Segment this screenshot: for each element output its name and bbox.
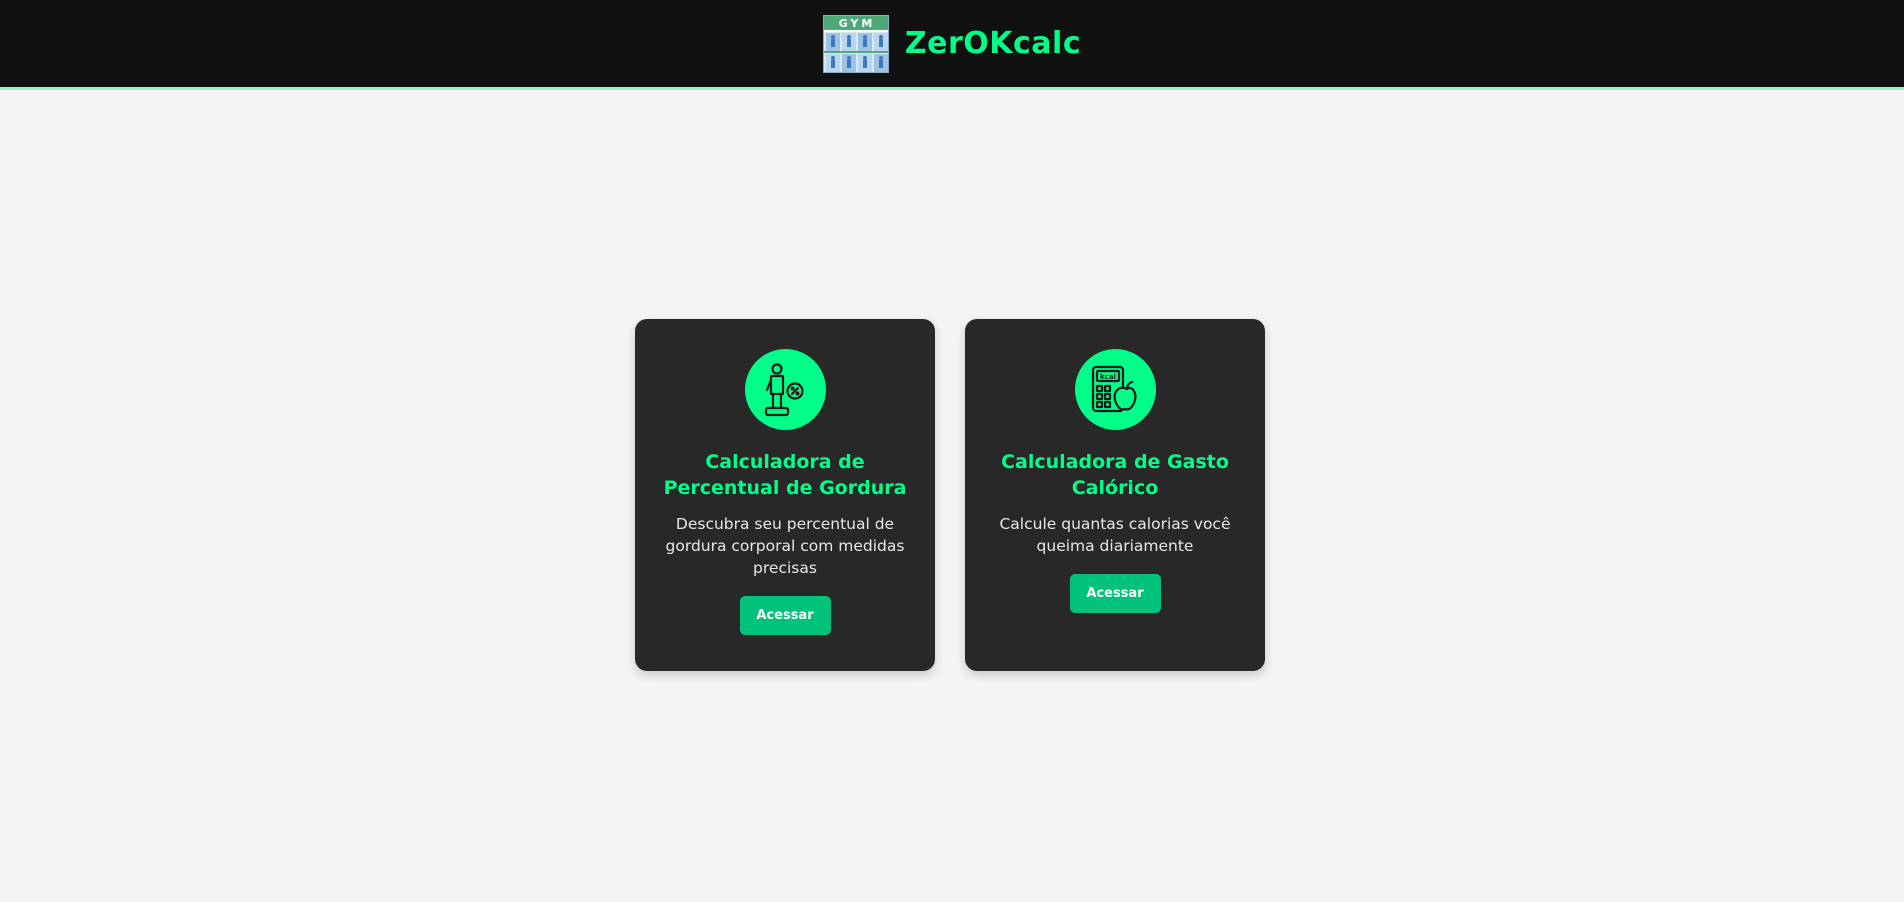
card-title: Calculadora de Gasto Calórico xyxy=(1001,451,1229,499)
card-title: Calculadora de Percentual de Gordura xyxy=(663,451,907,499)
calorie-card: kcal Calculadora de Gasto Calórico Calcu… xyxy=(965,319,1265,671)
body-fat-card: Calculadora de Percentual de Gordura Des… xyxy=(635,319,935,671)
calculator-cards: Calculadora de Percentual de Gordura Des… xyxy=(635,319,1265,671)
card-description: Calcule quantas calorias você queima dia… xyxy=(999,515,1231,555)
access-calorie-button[interactable]: Acessar xyxy=(1069,574,1161,613)
svg-text:kcal: kcal xyxy=(1100,373,1116,381)
calorie-calculator-icon: kcal xyxy=(1091,365,1137,412)
gym-logo-icon: GYM xyxy=(822,14,889,73)
body-fat-scale-icon xyxy=(764,362,804,416)
brand[interactable]: GYM ZerOKcalc xyxy=(822,14,1082,73)
brand-title: ZerOKcalc xyxy=(904,26,1082,61)
access-body-fat-button[interactable]: Acessar xyxy=(739,596,831,635)
body-fat-icon-circle xyxy=(744,349,826,430)
logo-text: GYM xyxy=(839,17,876,30)
card-description: Descubra seu percentual de gordura corpo… xyxy=(665,515,905,577)
top-header: GYM ZerOKcalc xyxy=(0,0,1904,90)
calorie-icon-circle: kcal xyxy=(1074,349,1156,430)
